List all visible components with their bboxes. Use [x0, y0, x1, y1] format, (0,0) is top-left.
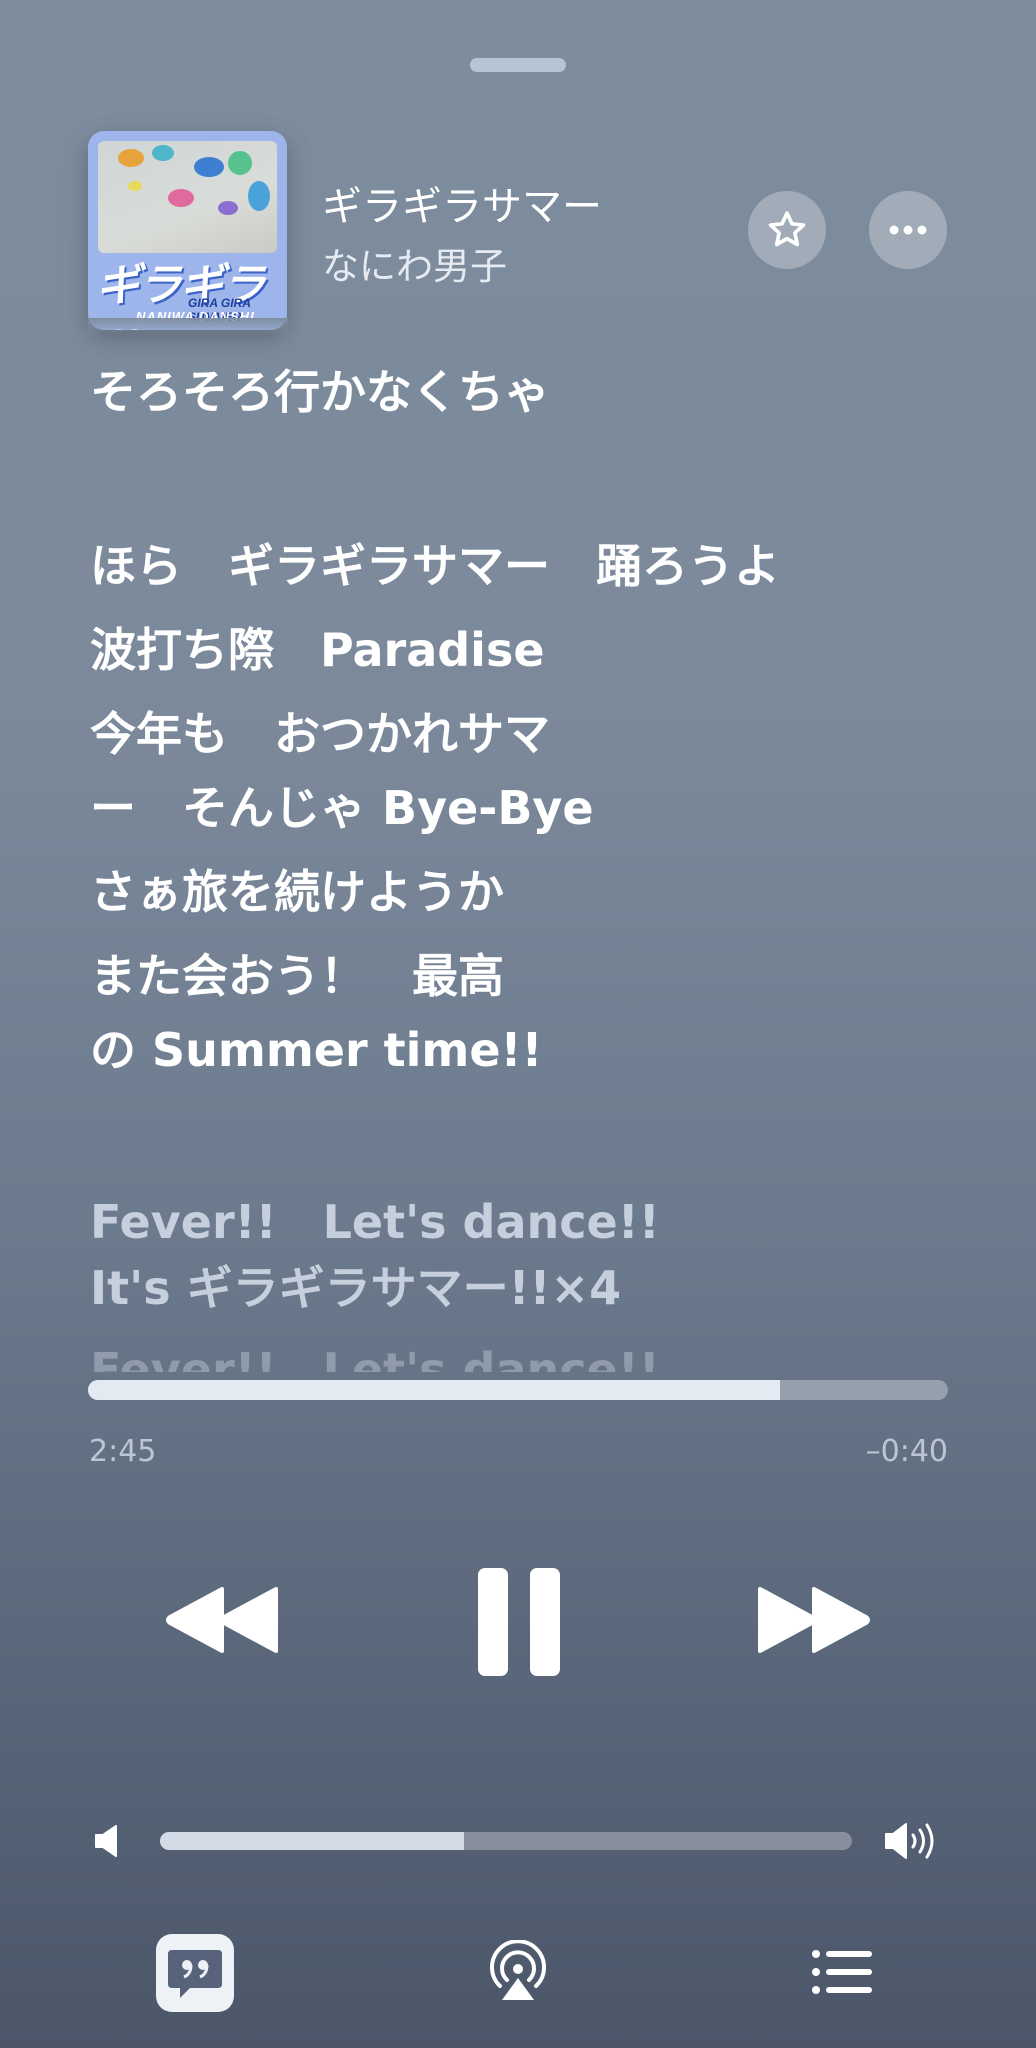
artwork-photo [98, 141, 277, 253]
airplay-icon [490, 1939, 546, 2000]
lyric-line[interactable]: さぁ旅を続けようか [90, 860, 504, 924]
lyrics-button[interactable] [156, 1934, 234, 2016]
sheet-grabber[interactable] [470, 58, 566, 72]
remaining-time: –0:40 [865, 1434, 948, 1469]
lyric-line[interactable]: 今年も おつかれサマ [90, 702, 550, 766]
lyric-line[interactable]: Fever!! Let's dance!! [90, 1338, 660, 1372]
speaker-high-icon [885, 1823, 934, 1859]
speaker-low-icon [95, 1825, 117, 1857]
lyric-line[interactable]: Fever!! Let's dance!! [90, 1190, 660, 1254]
volume-slider[interactable] [160, 1832, 852, 1850]
pause-button[interactable] [476, 1566, 562, 1682]
album-artwork[interactable]: ギラギラサマー GIRA GIRA SUMMER NANIWA DANSHI [88, 131, 287, 330]
lyrics-fade [88, 318, 288, 336]
more-button[interactable] [869, 191, 947, 269]
queue-list-icon [812, 1950, 872, 1994]
lyric-line[interactable]: そろそろ行かなくちゃ [90, 360, 550, 424]
volume-level-fill [160, 1832, 465, 1850]
playback-scrubber[interactable] [88, 1380, 948, 1400]
lyrics-quote-icon [156, 1934, 234, 2012]
previous-button[interactable] [166, 1585, 280, 1659]
fast-forward-icon [758, 1587, 870, 1653]
queue-button[interactable] [812, 1950, 872, 1998]
lyric-line[interactable]: また会おう！ 最高 [90, 944, 504, 1008]
song-title[interactable]: ギラギラサマー [322, 174, 602, 232]
favorite-button[interactable] [748, 191, 826, 269]
rewind-icon [166, 1587, 278, 1653]
volume-min-button[interactable] [94, 1824, 122, 1862]
next-button[interactable] [756, 1585, 870, 1659]
star-icon [768, 211, 806, 247]
lyric-line[interactable]: It's ギラギラサマー!!×4 [90, 1256, 621, 1320]
airplay-button[interactable] [486, 1939, 550, 2008]
lyric-line[interactable]: ほら ギラギラサマー 踊ろうよ [90, 534, 780, 598]
volume-max-button[interactable] [884, 1820, 940, 1866]
playback-progress-fill [88, 1380, 781, 1400]
lyric-line[interactable]: の Summer time!! [90, 1018, 543, 1082]
pause-icon [478, 1568, 560, 1676]
lyric-line[interactable]: ー そんじゃ Bye-Bye [90, 776, 594, 840]
elapsed-time: 2:45 [89, 1434, 157, 1469]
ellipsis-icon [889, 225, 927, 235]
lyric-line[interactable]: 波打ち際 Paradise [90, 618, 545, 682]
artist-name[interactable]: なにわ男子 [322, 236, 507, 290]
